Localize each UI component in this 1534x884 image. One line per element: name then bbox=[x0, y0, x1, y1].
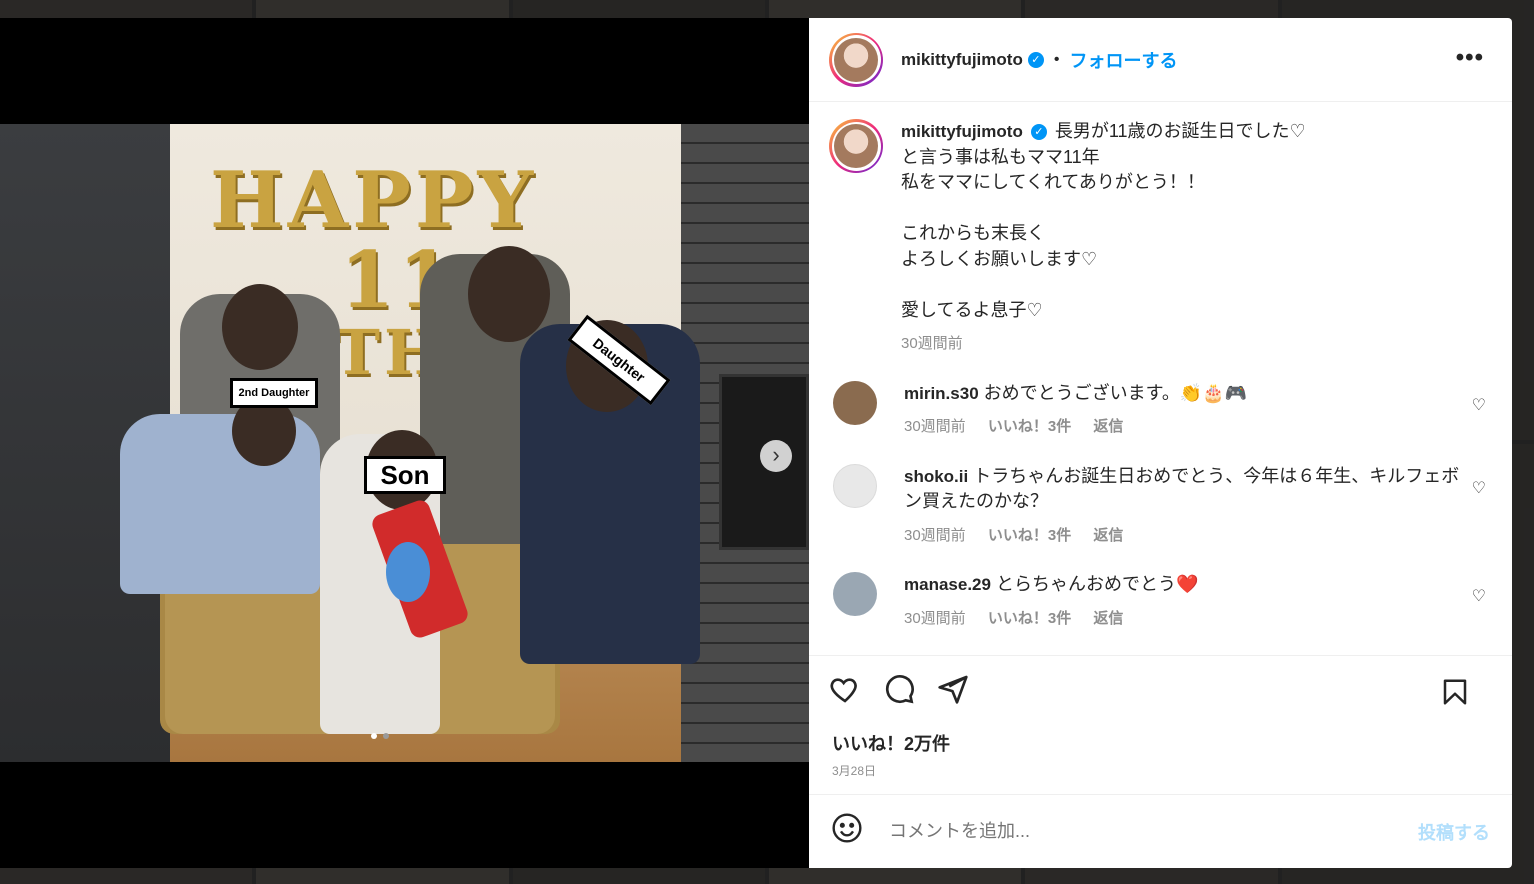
post-header: mikittyfujimoto ✓ • フォローする ••• bbox=[809, 18, 1512, 102]
comment-reply-button[interactable]: 返信 bbox=[1093, 610, 1123, 627]
comment-body: manase.29 とらちゃんおめでとう❤️ 30週間前 いいね！3件 返信 bbox=[904, 572, 1464, 631]
comment-like-heart-icon[interactable]: ♡ bbox=[1472, 586, 1486, 606]
post-comment-button[interactable]: 投稿する bbox=[1418, 819, 1490, 845]
comments-list[interactable]: mikittyfujimoto ✓ 長男が11歳のお誕生日でした♡ と言う事は私… bbox=[809, 103, 1512, 653]
add-comment-bar: 投稿する bbox=[809, 794, 1512, 868]
person-father-head bbox=[468, 246, 550, 342]
comment-likes[interactable]: いいね！3件 bbox=[988, 418, 1071, 435]
post-panel: mikittyfujimoto ✓ • フォローする ••• mikittyfu… bbox=[809, 18, 1512, 868]
comment-time: 30週間前 bbox=[904, 609, 966, 627]
comment-likes[interactable]: いいね！3件 bbox=[988, 610, 1071, 627]
comment-time: 30週間前 bbox=[904, 418, 966, 435]
comment-avatar[interactable] bbox=[833, 572, 877, 616]
emoji-icon[interactable] bbox=[831, 812, 863, 851]
caption-avatar[interactable] bbox=[829, 119, 883, 173]
comment-input[interactable] bbox=[887, 820, 1418, 843]
verified-icon: ✓ bbox=[1027, 51, 1044, 68]
comment-username[interactable]: shoko.ii bbox=[904, 467, 968, 486]
caption-text: 長男が11歳のお誕生日でした♡ と言う事は私もママ11年 私をママにしてくれてあ… bbox=[901, 121, 1306, 320]
post-date[interactable]: 3月28日 bbox=[832, 762, 1492, 779]
person-mother-head bbox=[222, 284, 298, 370]
carousel-dot bbox=[383, 733, 389, 739]
comment-avatar[interactable] bbox=[833, 380, 877, 425]
comment-item: mirin.s30 おめでとうございます。👏🎂🎮 30週間前 いいね！3件 返信… bbox=[829, 380, 1492, 440]
comment-like-heart-icon[interactable]: ♡ bbox=[1472, 478, 1486, 498]
follow-button[interactable]: フォローする bbox=[1069, 47, 1177, 73]
caption-body: mikittyfujimoto ✓ 長男が11歳のお誕生日でした♡ と言う事は私… bbox=[901, 119, 1306, 357]
photo-tag-son: Son bbox=[364, 456, 446, 494]
comment-like-heart-icon[interactable]: ♡ bbox=[1472, 395, 1486, 415]
comment-time: 30週間前 bbox=[904, 526, 966, 544]
photo-toy-drum bbox=[386, 542, 430, 602]
post-actions: いいね！2万件 3月28日 bbox=[809, 655, 1512, 795]
comment-body: shoko.ii トラちゃんお誕生日おめでとう、今年は６年生、キルフェボン買えた… bbox=[904, 464, 1464, 549]
author-avatar[interactable] bbox=[829, 32, 883, 87]
comment-meta: 30週間前 いいね！3件 返信 bbox=[904, 606, 1464, 632]
comment-reply-button[interactable]: 返信 bbox=[1093, 527, 1123, 544]
comment-avatar[interactable] bbox=[833, 463, 877, 508]
caption-username[interactable]: mikittyfujimoto bbox=[901, 122, 1023, 141]
balloon-happy: HAPPY bbox=[210, 155, 538, 246]
comment-item: manase.29 とらちゃんおめでとう❤️ 30週間前 いいね！3件 返信 ♡ bbox=[829, 572, 1492, 631]
author-avatar-image bbox=[834, 37, 878, 82]
post-caption: mikittyfujimoto ✓ 長男が11歳のお誕生日でした♡ と言う事は私… bbox=[829, 103, 1492, 357]
comment-username[interactable]: mirin.s30 bbox=[904, 384, 979, 403]
carousel-dot-active bbox=[371, 733, 377, 739]
author-username[interactable]: mikittyfujimoto bbox=[901, 50, 1023, 70]
photo-balloons: HAPPY 11 BIRTHDAY bbox=[190, 162, 598, 384]
post-media: HAPPY 11 BIRTHDAY 2nd Daughter Son Daugh… bbox=[0, 18, 809, 868]
post-modal: HAPPY 11 BIRTHDAY 2nd Daughter Son Daugh… bbox=[0, 18, 1512, 868]
comment-text: おめでとうございます。👏🎂🎮 bbox=[983, 382, 1248, 403]
bookmark-icon[interactable] bbox=[1440, 676, 1470, 716]
carousel-next-button[interactable]: › bbox=[760, 440, 792, 472]
comment-text: トラちゃんお誕生日おめでとう、今年は６年生、キルフェボン買えたのかな？ bbox=[904, 465, 1460, 512]
comment-meta: 30週間前 いいね！3件 返信 bbox=[904, 414, 1464, 440]
caption-time: 30週間前 bbox=[901, 335, 963, 352]
verified-icon: ✓ bbox=[1030, 124, 1047, 141]
comment-item: shoko.ii トラちゃんお誕生日おめでとう、今年は６年生、キルフェボン買えた… bbox=[829, 463, 1492, 549]
heart-icon[interactable] bbox=[829, 673, 861, 713]
header-user-row: mikittyfujimoto ✓ • フォローする bbox=[901, 47, 1177, 73]
comment-meta: 30週間前 いいね！3件 返信 bbox=[904, 523, 1464, 549]
more-icon[interactable]: ••• bbox=[1456, 44, 1484, 72]
comment-username[interactable]: manase.29 bbox=[904, 575, 991, 594]
header-separator: • bbox=[1053, 50, 1060, 68]
photo-tag-2nd-daughter: 2nd Daughter bbox=[230, 378, 318, 408]
action-icons bbox=[829, 656, 1492, 730]
share-icon[interactable] bbox=[937, 673, 969, 713]
comment-reply-button[interactable]: 返信 bbox=[1093, 418, 1123, 435]
author-avatar-ring bbox=[831, 35, 881, 84]
comment-text: とらちゃんおめでとう❤️ bbox=[995, 574, 1199, 594]
comment-icon[interactable] bbox=[883, 673, 915, 713]
post-photo[interactable]: HAPPY 11 BIRTHDAY 2nd Daughter Son Daugh… bbox=[0, 124, 809, 762]
comment-likes[interactable]: いいね！3件 bbox=[988, 527, 1071, 544]
carousel-dots bbox=[371, 733, 389, 739]
comment-body: mirin.s30 おめでとうございます。👏🎂🎮 30週間前 いいね！3件 返信 bbox=[904, 381, 1464, 440]
caption-avatar-image bbox=[834, 124, 878, 168]
caption-avatar-ring bbox=[831, 121, 881, 171]
likes-count[interactable]: いいね！2万件 bbox=[832, 730, 1492, 756]
